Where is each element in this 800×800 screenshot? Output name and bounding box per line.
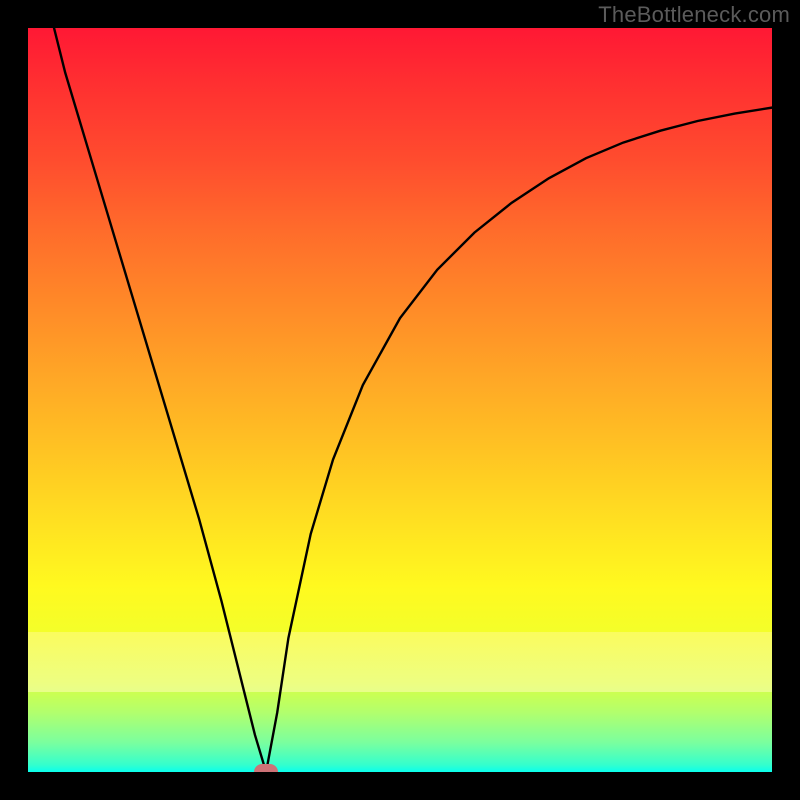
bottleneck-curve [28, 28, 772, 772]
watermark-text: TheBottleneck.com [598, 2, 790, 28]
chart-plot-area [28, 28, 772, 772]
minimum-marker [254, 764, 278, 772]
chart-container: TheBottleneck.com [0, 0, 800, 800]
